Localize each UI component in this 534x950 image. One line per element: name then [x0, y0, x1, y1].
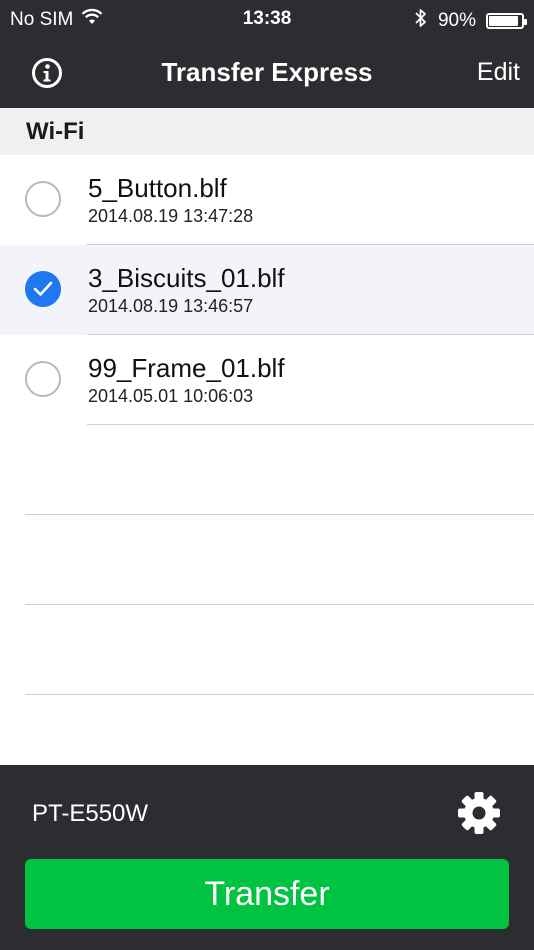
radio-checked-icon[interactable] — [25, 271, 61, 307]
file-row[interactable]: 3_Biscuits_01.blf 2014.08.19 13:46:57 — [0, 245, 534, 335]
row-divider — [87, 424, 534, 425]
transfer-button[interactable]: Transfer — [25, 859, 509, 929]
battery-level — [489, 16, 518, 26]
file-name: 3_Biscuits_01.blf — [88, 263, 285, 293]
battery-tip — [524, 19, 527, 25]
battery-icon — [486, 13, 527, 29]
bluetooth-icon — [414, 8, 428, 34]
file-name: 5_Button.blf — [88, 173, 227, 203]
edit-button[interactable]: Edit — [477, 58, 520, 87]
page-title: Transfer Express — [161, 57, 373, 87]
settings-button[interactable] — [456, 790, 502, 836]
radio-unchecked-icon[interactable] — [25, 181, 61, 217]
empty-row-divider — [25, 694, 534, 695]
section-header-wifi: Wi-Fi — [0, 108, 534, 155]
empty-row-divider — [25, 514, 534, 515]
printer-name[interactable]: PT-E550W — [32, 800, 148, 828]
gear-icon — [458, 792, 500, 834]
file-list: 5_Button.blf 2014.08.19 13:47:28 3_Biscu… — [0, 155, 534, 425]
status-bar: No SIM 13:38 90% — [0, 0, 534, 40]
file-name: 99_Frame_01.blf — [88, 353, 285, 383]
radio-unchecked-icon[interactable] — [25, 361, 61, 397]
file-date: 2014.05.01 10:06:03 — [88, 386, 254, 406]
file-date: 2014.08.19 13:47:28 — [88, 206, 254, 226]
file-date: 2014.08.19 13:46:57 — [88, 296, 254, 316]
empty-row-divider — [25, 604, 534, 605]
status-right: 90% — [414, 8, 527, 34]
bottom-panel: PT-E550W Transfer — [0, 765, 534, 950]
navigation-bar: Transfer Express Edit — [0, 40, 534, 108]
file-row[interactable]: 99_Frame_01.blf 2014.05.01 10:06:03 — [0, 335, 534, 425]
battery-percent: 90% — [437, 10, 476, 31]
file-row[interactable]: 5_Button.blf 2014.08.19 13:47:28 — [0, 155, 534, 245]
